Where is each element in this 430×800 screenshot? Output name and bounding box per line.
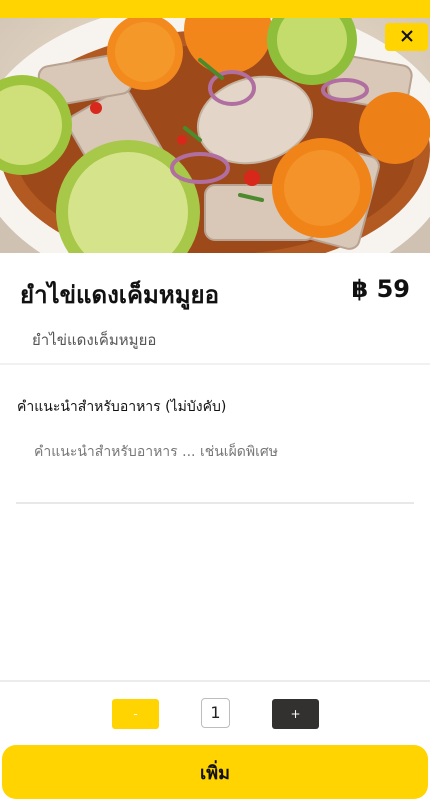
increase-quantity-button[interactable]: +	[272, 699, 319, 729]
item-price: ฿ 59	[351, 275, 410, 303]
item-name: ยำไข่แดงเค็มหมูยอ	[20, 281, 219, 309]
decrease-quantity-button[interactable]: -	[112, 699, 159, 729]
food-photo	[0, 0, 430, 253]
item-header: ยำไข่แดงเค็มหมูยอ ฿ 59 ยำไข่แดงเค็มหมูยอ	[0, 253, 430, 365]
close-button[interactable]	[385, 23, 428, 51]
notes-input[interactable]	[16, 438, 414, 504]
add-to-cart-button[interactable]: เพิ่ม	[2, 745, 428, 799]
food-photo-illustration	[0, 0, 430, 253]
quantity-value[interactable]: 1	[201, 698, 230, 728]
item-description: ยำไข่แดงเค็มหมูยอ	[32, 331, 157, 349]
notes-label: คำแนะนำสำหรับอาหาร (ไม่บังคับ)	[17, 399, 227, 415]
close-icon	[400, 29, 414, 46]
order-footer: - 1 + เพิ่ม	[0, 680, 430, 800]
top-accent-bar	[0, 0, 430, 18]
